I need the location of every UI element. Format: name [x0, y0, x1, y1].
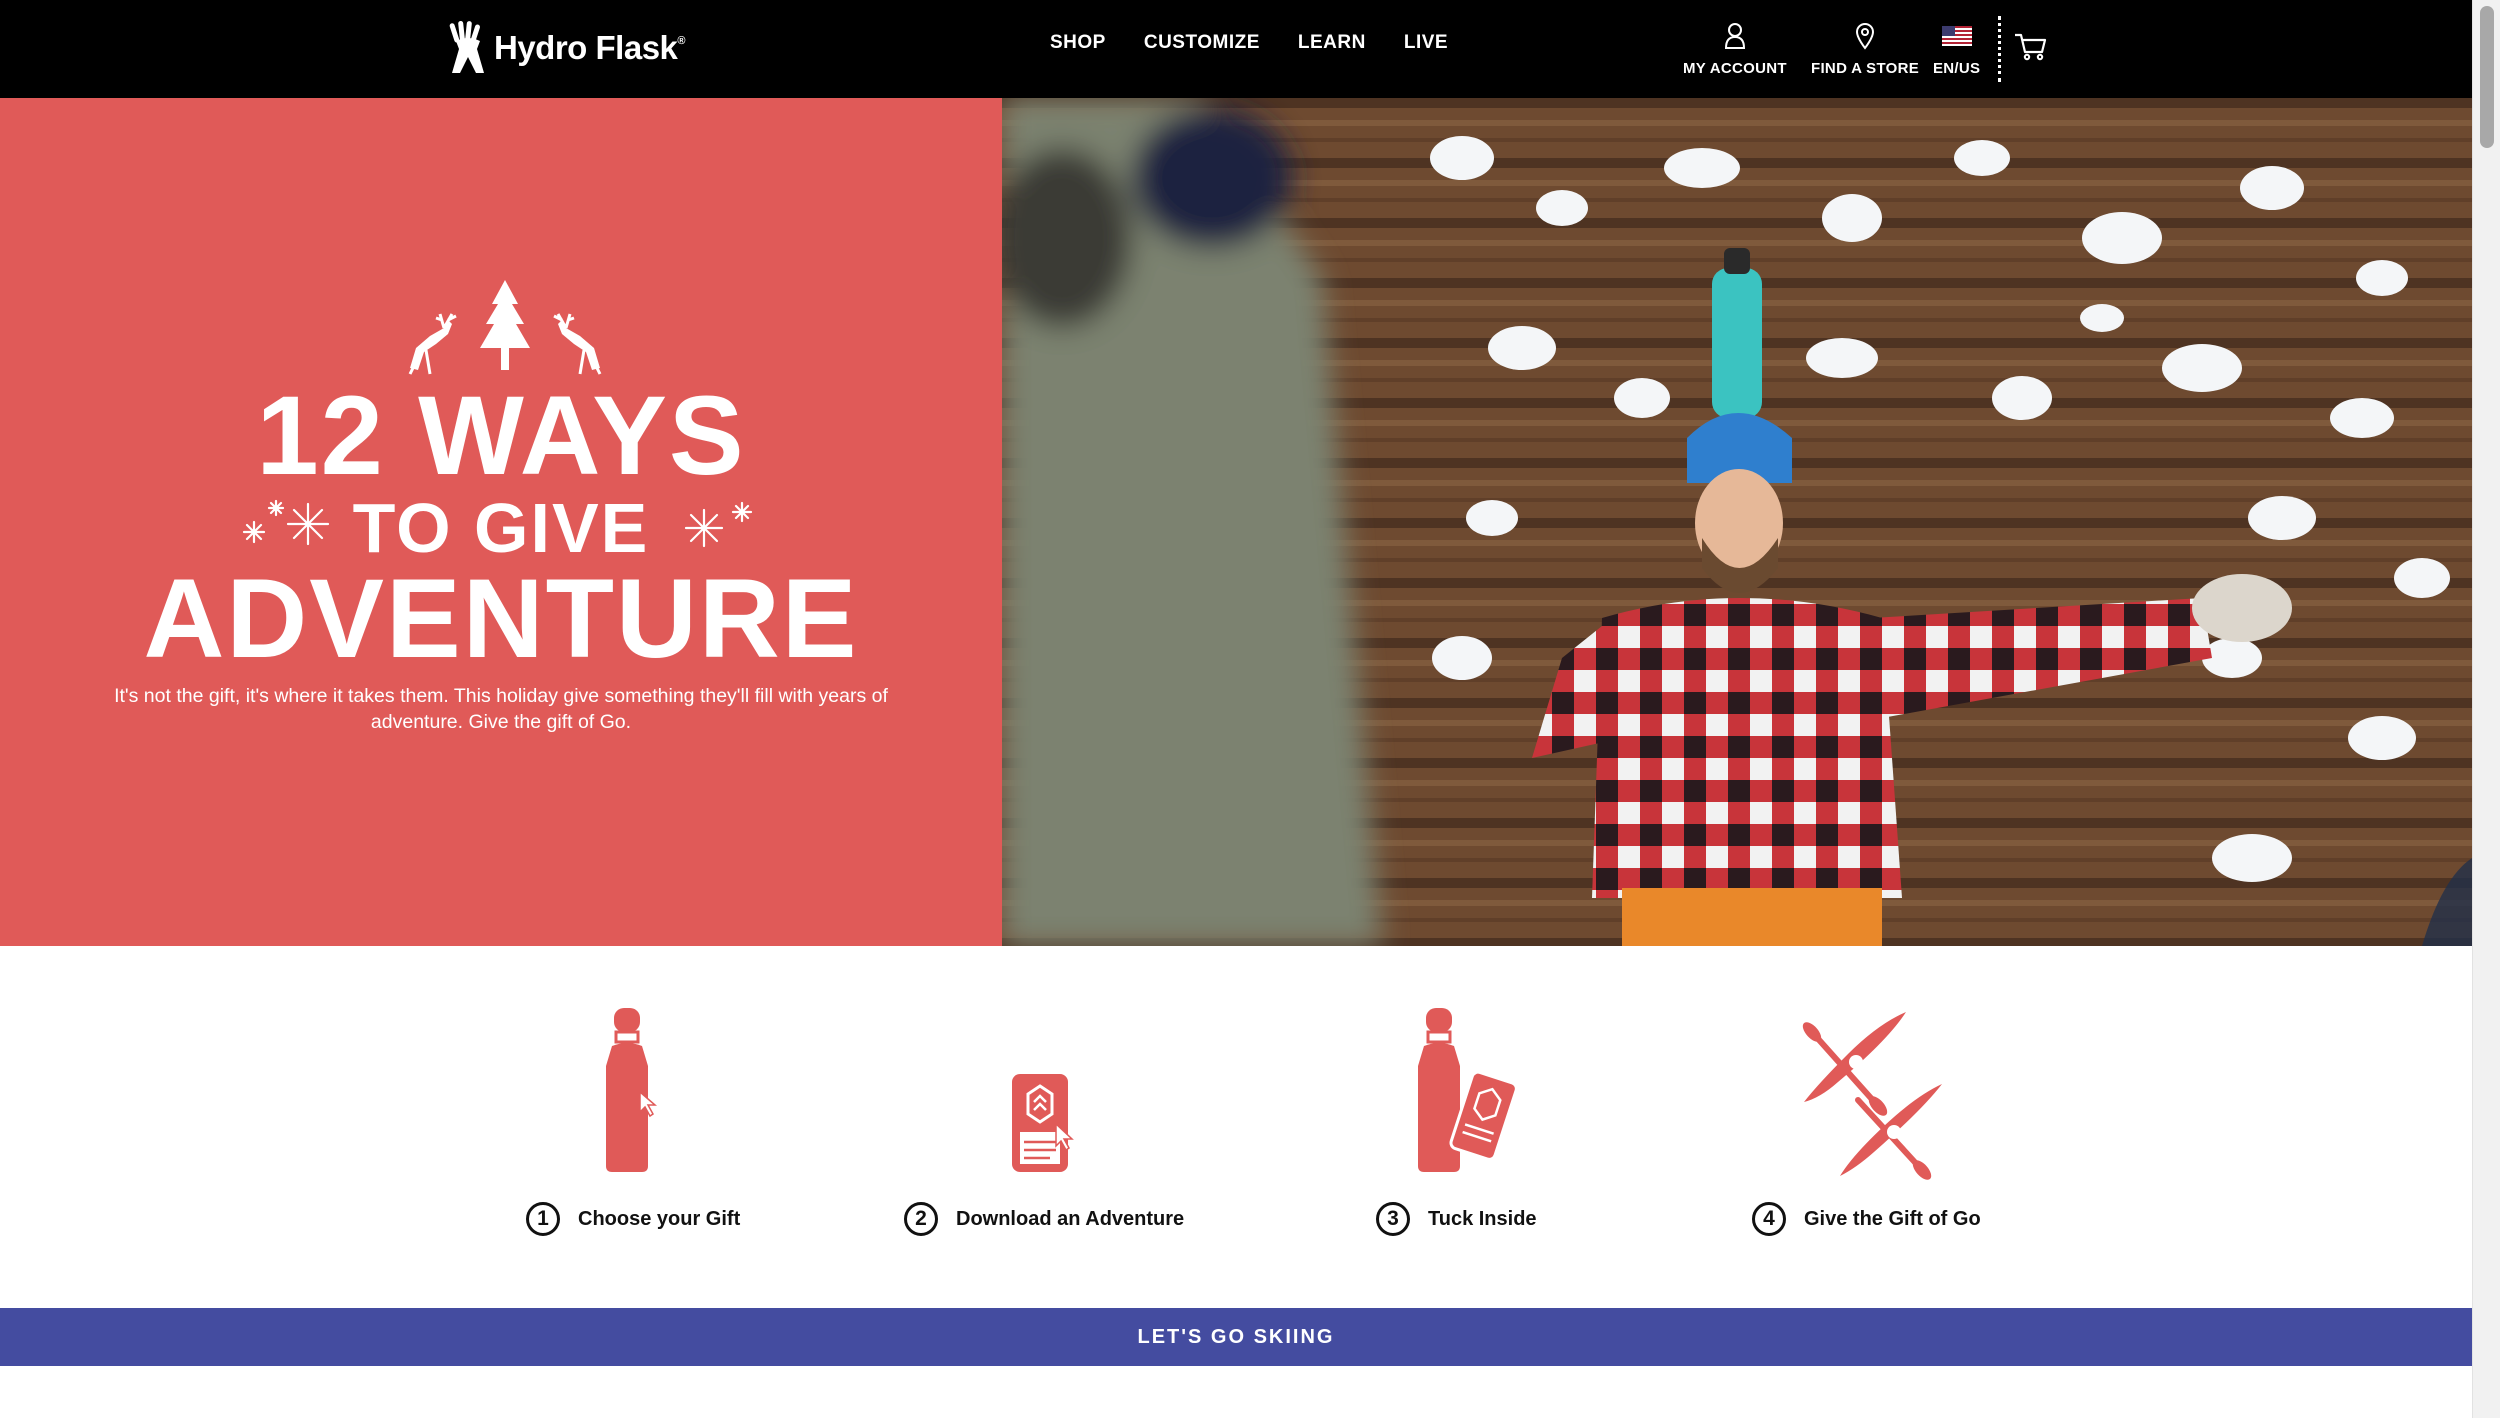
step-label: Give the Gift of Go: [1804, 1207, 1981, 1230]
hero-text-panel: 12 WAYS TO GIVE ADVENTURE It's not the g…: [0, 98, 1002, 946]
step-label: Download an Adventure: [956, 1207, 1185, 1230]
step-label: Tuck Inside: [1428, 1207, 1537, 1230]
step-1-caption: 1 Choose your Gift: [526, 1202, 740, 1236]
step-3-caption: 3 Tuck Inside: [1376, 1202, 1537, 1236]
hero-subtitle: It's not the gift, it's where it takes t…: [114, 685, 888, 733]
step-4-caption: 4 Give the Gift of Go: [1752, 1202, 1981, 1236]
lets-go-skiing-link[interactable]: LET'S GO SKIING: [1138, 1326, 1335, 1349]
bottle-icon: [606, 1008, 658, 1172]
hero-title-line-3: ADVENTURE: [143, 556, 859, 681]
page-scrollbar[interactable]: [2472, 0, 2500, 1418]
hero-title-line-2: TO GIVE: [352, 489, 650, 567]
reindeer-tree-icon: [408, 280, 602, 375]
header-divider: [1998, 16, 2001, 82]
snowflakes-right-icon: [684, 501, 753, 548]
step-2-caption: 2 Download an Adventure: [904, 1202, 1184, 1236]
scrollbar-thumb[interactable]: [2480, 6, 2494, 148]
phone-download-icon: [1012, 1074, 1074, 1172]
hand-logo-icon: [449, 21, 484, 73]
step-number: 4: [1752, 1202, 1786, 1236]
hero-title-line-1: 12 WAYS: [256, 373, 746, 498]
step-number: 1: [526, 1202, 560, 1236]
cta-band: LET'S GO SKIING: [0, 1308, 2472, 1366]
step-number: 2: [904, 1202, 938, 1236]
nav-customize[interactable]: CUSTOMIZE: [1144, 32, 1260, 54]
us-flag-icon: [1941, 20, 1972, 52]
find-a-store-label: FIND A STORE: [1811, 60, 1920, 77]
cart-icon: [2015, 33, 2047, 61]
hero-photo: [1002, 98, 2472, 946]
brand-logo[interactable]: Hydro Flask®: [448, 20, 685, 76]
main-nav: SHOP CUSTOMIZE LEARN LIVE: [1050, 32, 1448, 54]
nav-shop[interactable]: SHOP: [1050, 32, 1106, 54]
nav-live[interactable]: LIVE: [1404, 32, 1448, 54]
man-in-snow-photo: [1002, 98, 2472, 946]
locale-label: EN/US: [1933, 60, 1981, 77]
site-header: Hydro Flask® SHOP CUSTOMIZE LEARN LIVE M…: [0, 0, 2472, 98]
locale-selector[interactable]: EN/US: [1933, 20, 1980, 77]
find-a-store-link[interactable]: FIND A STORE: [1811, 20, 1919, 77]
nav-learn[interactable]: LEARN: [1298, 32, 1366, 54]
cart-button[interactable]: [2014, 32, 2048, 67]
bottle-with-card-icon: [1418, 1008, 1518, 1172]
step-label: Choose your Gift: [578, 1207, 741, 1230]
step-number: 3: [1376, 1202, 1410, 1236]
brand-name: Hydro Flask®: [494, 29, 686, 66]
user-icon: [1724, 20, 1746, 52]
gift-steps: 1 Choose your Gift 2 Download an Adventu…: [0, 946, 2472, 1308]
kayaks-icon: [1802, 1012, 1942, 1180]
my-account-label: MY ACCOUNT: [1683, 60, 1787, 77]
map-pin-icon: [1854, 20, 1876, 52]
my-account-link[interactable]: MY ACCOUNT: [1683, 20, 1787, 77]
